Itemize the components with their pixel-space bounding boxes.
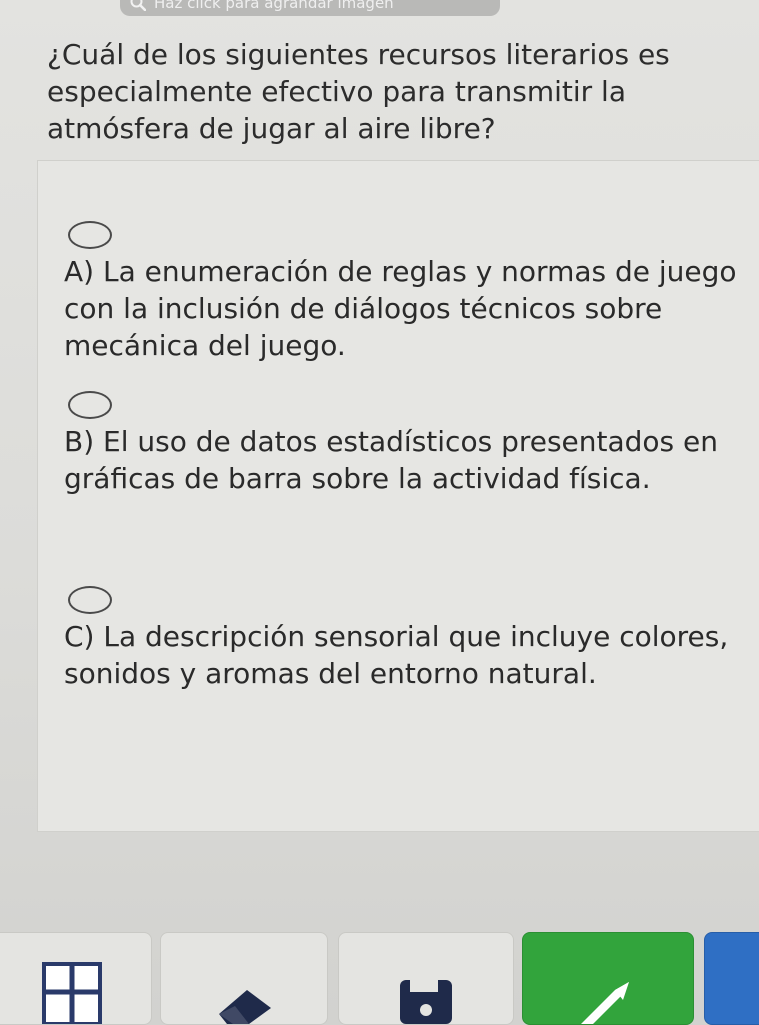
save-icon — [400, 980, 452, 1024]
option-c-text[interactable]: C) La descripción sensorial que incluye … — [64, 618, 744, 692]
zoom-hint-bar[interactable]: Haz click para agrandar imagen — [120, 0, 500, 16]
option-a-radio[interactable] — [68, 221, 112, 249]
question-text: ¿Cuál de los siguientes recursos literar… — [47, 38, 670, 145]
zoom-hint-label: Haz click para agrandar imagen — [154, 0, 394, 12]
option-b-text[interactable]: B) El uso de datos estadísticos presenta… — [64, 423, 744, 497]
screen: Haz click para agrandar imagen ¿Cuál de … — [0, 0, 759, 1025]
eraser-icon — [219, 990, 271, 1024]
option-b-radio[interactable] — [68, 391, 112, 419]
send-button[interactable] — [522, 932, 694, 1025]
save-button[interactable] — [338, 932, 514, 1025]
table-button[interactable] — [0, 932, 152, 1025]
send-icon — [581, 982, 629, 1024]
table-icon — [42, 962, 102, 1024]
options-card: A) La enumeración de reglas y normas de … — [37, 160, 759, 832]
eraser-button[interactable] — [160, 932, 328, 1025]
option-a-text[interactable]: A) La enumeración de reglas y normas de … — [64, 253, 744, 364]
extra-button[interactable] — [704, 932, 759, 1025]
bottom-toolbar — [0, 932, 759, 1025]
zoom-icon — [130, 0, 146, 11]
option-c-radio[interactable] — [68, 586, 112, 614]
